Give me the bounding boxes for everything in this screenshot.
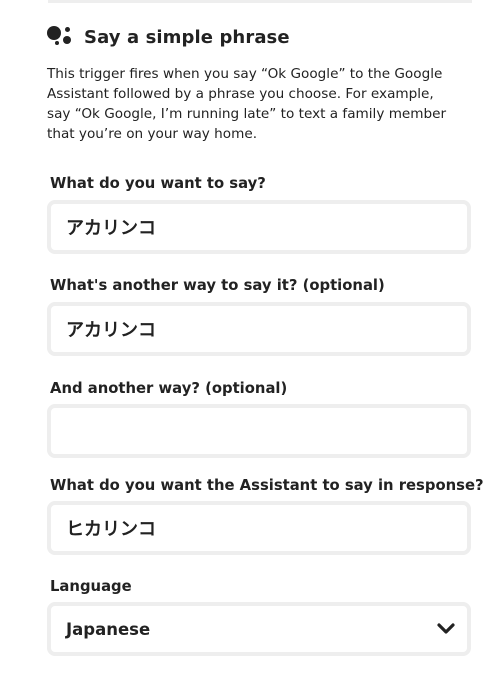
trigger-description: This trigger fires when you say “Ok Goog… [47,66,447,142]
google-assistant-icon [46,24,74,50]
alt-phrase-label: What's another way to say it? (optional) [50,277,385,294]
language-select-value: Japanese [66,619,151,639]
response-input[interactable]: ヒカリンコ [47,501,471,555]
alt-phrase-input-value: アカリンコ [66,320,156,341]
trigger-title: Say a simple phrase [84,26,290,48]
alt-phrase-2-label: And another way? (optional) [50,380,288,397]
chevron-down-icon [437,623,455,634]
trigger-header: Say a simple phrase [46,22,290,52]
language-select[interactable]: Japanese [47,602,471,656]
language-label: Language [50,578,132,595]
phrase-input[interactable]: アカリンコ [47,200,471,254]
response-input-value: ヒカリンコ [66,519,156,540]
divider [48,0,472,3]
alt-phrase-2-input[interactable] [47,404,471,458]
response-label: What do you want the Assistant to say in… [50,477,484,494]
phrase-input-value: アカリンコ [66,218,156,239]
applet-trigger-form: Say a simple phrase This trigger fires w… [0,0,500,674]
alt-phrase-input[interactable]: アカリンコ [47,302,471,356]
phrase-label: What do you want to say? [50,175,266,192]
